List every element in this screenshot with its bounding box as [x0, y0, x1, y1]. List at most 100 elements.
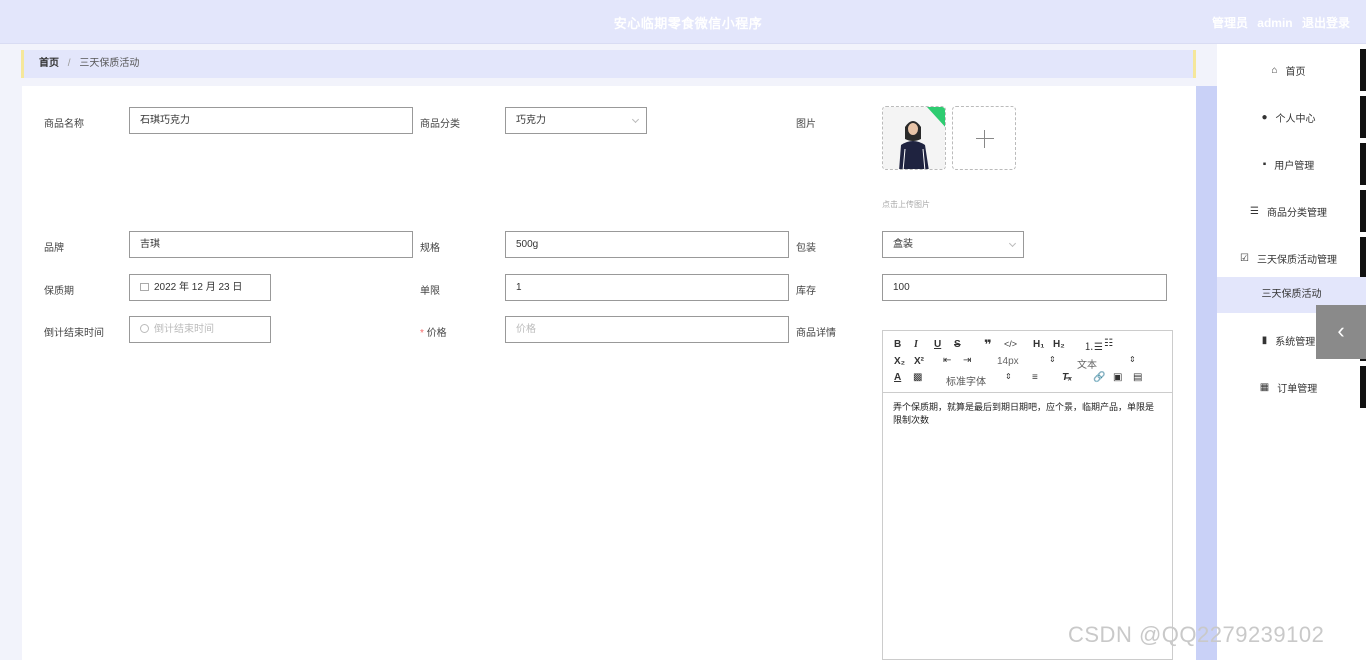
sidebar-item-label: 首页 — [1285, 66, 1306, 78]
image-upload-button[interactable] — [952, 106, 1016, 170]
editor-content[interactable]: 弄个保质期，就算是最后到期日期吧，应个景，临期产品，单限是限制次数 — [883, 393, 1172, 435]
code-icon[interactable]: </> — [1004, 339, 1017, 349]
heading-1-icon[interactable]: H₁ — [1033, 339, 1044, 350]
sidebar-item-three-day-activity[interactable]: ☑ 三天保质活动管理 — [1217, 237, 1360, 279]
strike-icon[interactable]: S — [954, 339, 961, 350]
brand-input[interactable]: 吉琪 — [129, 231, 413, 258]
upload-hint: 点击上传图片 — [882, 200, 930, 209]
sidebar-item-home[interactable]: ⌂ 首页 — [1217, 49, 1360, 91]
quote-icon[interactable]: ❞ — [984, 337, 992, 353]
limit-label: 单限 — [420, 286, 440, 297]
sidebar-item-users[interactable]: ▪ 用户管理 — [1217, 143, 1360, 185]
font-color-icon[interactable]: A — [894, 372, 901, 383]
countdown-end-placeholder: 倒计结束时间 — [154, 324, 214, 335]
plus-icon — [976, 138, 994, 139]
countdown-end-label: 倒计结束时间 — [44, 328, 104, 339]
clear-format-icon[interactable]: T̶ₓ — [1062, 372, 1072, 383]
sidebar-edge — [1360, 190, 1366, 232]
sidebar-item-orders[interactable]: ▦ 订单管理 — [1217, 366, 1360, 408]
sidebar-item-label: 商品分类管理 — [1266, 207, 1327, 219]
details-label: 商品详情 — [796, 328, 836, 339]
font-size-select[interactable]: 14px — [997, 356, 1019, 367]
watermark: CSDN @QQ2279239102 — [1068, 622, 1325, 647]
bold-icon[interactable]: B — [894, 339, 901, 350]
outdent-icon[interactable]: ⇤ — [943, 355, 951, 366]
chevron-down-icon — [631, 115, 640, 124]
logout-link[interactable]: 退出登录 — [1302, 16, 1350, 30]
font-family-select[interactable]: 标准字体 — [946, 373, 986, 388]
shelf-life-date-picker[interactable]: 2022 年 12 月 23 日 — [129, 274, 271, 301]
italic-icon[interactable]: I — [914, 339, 918, 350]
ordered-list-icon[interactable]: ⒈☰ — [1084, 338, 1103, 353]
sidebar-item-profile[interactable]: ● 个人中心 — [1217, 96, 1360, 138]
chart-icon: ▮ — [1261, 334, 1268, 346]
video-icon[interactable]: ▤ — [1133, 372, 1142, 383]
packaging-select[interactable]: 盒装 — [882, 231, 1024, 258]
app-title: 安心临期零食微信小程序 — [613, 16, 763, 31]
image-icon[interactable]: ▣ — [1113, 372, 1122, 383]
sidebar-edge — [1360, 237, 1366, 279]
shelf-life-label: 保质期 — [44, 286, 74, 297]
sort-arrows-icon: ⇕ — [1129, 355, 1136, 364]
indent-icon[interactable]: ⇥ — [963, 355, 971, 366]
bullet-list-icon[interactable]: ☷ — [1104, 338, 1113, 349]
packaging-label: 包装 — [796, 243, 816, 254]
limit-input[interactable]: 1 — [505, 274, 789, 301]
sidebar-item-categories[interactable]: ☰ 商品分类管理 — [1217, 190, 1360, 232]
brand-label: 品牌 — [44, 243, 64, 254]
link-icon[interactable]: 🔗 — [1093, 372, 1105, 383]
username: admin — [1257, 16, 1293, 30]
category-label: 商品分类 — [420, 119, 460, 130]
sidebar-item-label: 用户管理 — [1274, 160, 1315, 172]
category-select[interactable]: 巧克力 — [505, 107, 647, 134]
user-icon: ● — [1261, 111, 1268, 123]
stock-label: 库存 — [796, 286, 816, 297]
sidebar-item-label: 系统管理 — [1275, 336, 1316, 348]
calendar-icon — [140, 283, 149, 291]
sidebar-edge — [1360, 143, 1366, 185]
stock-input[interactable]: 100 — [882, 274, 1167, 301]
breadcrumb-separator: / — [67, 58, 71, 69]
rich-text-editor: B I U S ❞ </> H₁ H₂ ⒈☰ ☷ X₂ X² ⇤ ⇥ 14px … — [882, 330, 1173, 660]
shelf-life-value: 2022 年 12 月 23 日 — [154, 282, 243, 293]
breadcrumb-home[interactable]: 首页 — [39, 58, 59, 69]
product-name-label: 商品名称 — [44, 119, 84, 130]
home-icon: ⌂ — [1271, 64, 1278, 76]
spec-label: 规格 — [420, 243, 440, 254]
product-image-thumbnail[interactable] — [882, 106, 946, 170]
clock-icon — [140, 324, 149, 333]
top-header: 安心临期零食微信小程序 管理员 admin 退出登录 — [0, 0, 1366, 44]
price-label: * 价格 — [420, 324, 447, 339]
checkbox-icon: ☑ — [1240, 252, 1249, 264]
sidebar-edge — [1360, 49, 1366, 91]
sort-arrows-icon: ⇕ — [1049, 355, 1056, 364]
align-icon[interactable]: ≡ — [1032, 372, 1038, 383]
underline-icon[interactable]: U — [934, 339, 941, 350]
role-label: 管理员 — [1211, 16, 1248, 30]
background-color-icon[interactable]: ▩ — [913, 372, 922, 383]
breadcrumb-current: 三天保质活动 — [79, 58, 140, 69]
user-box: 管理员 admin 退出登录 — [1206, 14, 1350, 31]
panel-scroll-edge — [1196, 86, 1217, 660]
price-label-text: 价格 — [426, 328, 447, 339]
category-value: 巧克力 — [516, 115, 546, 126]
packaging-value: 盒装 — [893, 239, 913, 250]
sidebar-item-label: 三天保质活动管理 — [1256, 254, 1337, 266]
spec-input[interactable]: 500g — [505, 231, 789, 258]
list-icon: ☰ — [1250, 205, 1259, 217]
subscript-icon[interactable]: X₂ — [894, 356, 905, 367]
price-input[interactable]: 价格 — [505, 316, 789, 343]
editor-toolbar: B I U S ❞ </> H₁ H₂ ⒈☰ ☷ X₂ X² ⇤ ⇥ 14px … — [883, 331, 1172, 393]
product-photo-icon — [883, 107, 945, 169]
breadcrumb: 首页 / 三天保质活动 — [21, 50, 1196, 78]
chat-icon: ▪ — [1262, 158, 1267, 170]
superscript-icon[interactable]: X² — [914, 356, 924, 367]
sort-arrows-icon: ⇕ — [1005, 372, 1012, 381]
text-type-select[interactable]: 文本 — [1077, 356, 1097, 371]
product-name-input[interactable]: 石琪巧克力 — [129, 107, 413, 134]
countdown-end-picker[interactable]: 倒计结束时间 — [129, 316, 271, 343]
sidebar-edge — [1360, 96, 1366, 138]
chevron-left-icon[interactable]: ‹ — [1316, 305, 1366, 359]
heading-2-icon[interactable]: H₂ — [1053, 339, 1065, 350]
sidebar-item-label: 个人中心 — [1275, 113, 1316, 125]
